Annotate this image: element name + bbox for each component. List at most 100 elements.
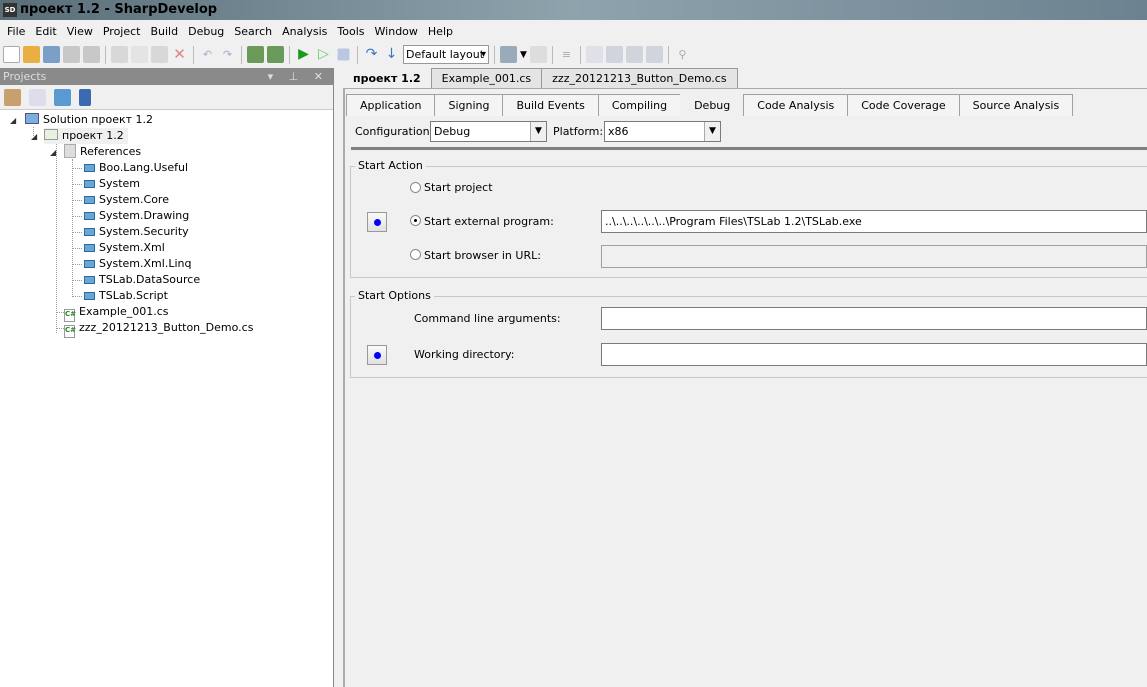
step-over-icon[interactable]: ↷: [363, 46, 380, 63]
copy-icon[interactable]: [131, 46, 148, 63]
tree-file[interactable]: C# zzz_20121213_Button_Demo.cs: [56, 320, 253, 338]
tree-reference[interactable]: System.Drawing: [72, 208, 189, 224]
layout-select[interactable]: Default layout: [403, 45, 489, 64]
browse-program-button[interactable]: [367, 212, 387, 232]
projects-toolbar: [0, 85, 333, 110]
platform-select[interactable]: x86 ▼: [604, 121, 721, 142]
print-preview-icon[interactable]: [625, 46, 643, 63]
doc-tab-example[interactable]: Example_001.cs: [430, 68, 543, 88]
start-external-radio[interactable]: [410, 215, 421, 226]
find-icon[interactable]: ⚲: [674, 46, 691, 63]
configuration-label: Configuration:: [355, 125, 434, 138]
menu-build[interactable]: Build: [145, 25, 183, 38]
tab-application[interactable]: Application: [346, 94, 436, 116]
workdir-input[interactable]: [601, 343, 1147, 366]
tree-reference[interactable]: System.Core: [72, 192, 169, 208]
start-browser-radio[interactable]: [410, 249, 421, 260]
projects-panel-header: Projects ▾ ⊥ ✕: [0, 68, 333, 85]
refresh-icon[interactable]: [54, 88, 71, 106]
bookmark-icon[interactable]: [645, 46, 663, 63]
configuration-select[interactable]: Debug ▼: [430, 121, 547, 142]
cut-icon[interactable]: [111, 46, 128, 63]
menu-debug[interactable]: Debug: [183, 25, 229, 38]
doc-tab-button-demo[interactable]: zzz_20121213_Button_Demo.cs: [541, 68, 738, 88]
menu-window[interactable]: Window: [370, 25, 423, 38]
chevron-down-icon[interactable]: ▼: [704, 122, 720, 141]
menu-view[interactable]: View: [62, 25, 98, 38]
assembly-icon: [84, 164, 95, 172]
start-browser-label: Start browser in URL:: [424, 249, 541, 262]
tab-code-analysis[interactable]: Code Analysis: [743, 94, 849, 116]
external-program-input[interactable]: ..\..\..\..\..\..\Program Files\TSLab 1.…: [601, 210, 1147, 233]
run-without-debug-icon[interactable]: ▷: [315, 46, 332, 63]
open-project-icon[interactable]: [43, 46, 60, 63]
tree-solution[interactable]: Solution проект 1.2: [25, 112, 153, 128]
show-all-files-icon[interactable]: [29, 88, 46, 106]
menu-project[interactable]: Project: [98, 25, 146, 38]
navigate-back-icon[interactable]: [500, 46, 517, 63]
menu-analysis[interactable]: Analysis: [277, 25, 332, 38]
expand-arrow-icon[interactable]: ◢: [50, 148, 56, 157]
tree-reference[interactable]: Boo.Lang.Useful: [72, 160, 188, 176]
tree-project[interactable]: проект 1.2: [44, 128, 128, 144]
comment-icon[interactable]: [585, 46, 603, 63]
tree-file[interactable]: C# Example_001.cs: [56, 304, 169, 322]
menu-search[interactable]: Search: [229, 25, 277, 38]
open-icon[interactable]: [23, 46, 40, 63]
expand-arrow-icon[interactable]: ◢: [10, 116, 16, 125]
tree-reference[interactable]: System.Security: [72, 224, 189, 240]
tree-references[interactable]: References: [64, 144, 141, 160]
delete-icon[interactable]: ✕: [171, 46, 188, 63]
tree-reference[interactable]: System.Xml.Linq: [72, 256, 191, 272]
cmd-args-input[interactable]: [601, 307, 1147, 330]
save-icon[interactable]: [63, 46, 80, 63]
undo-icon[interactable]: ↶: [199, 46, 216, 63]
redo-icon[interactable]: ↷: [219, 46, 236, 63]
navigate-forward-icon[interactable]: [529, 46, 547, 63]
tree-reference[interactable]: System: [72, 176, 140, 192]
tree-reference[interactable]: TSLab.DataSource: [72, 272, 200, 288]
expand-arrow-icon[interactable]: ◢: [31, 132, 37, 141]
tab-compiling[interactable]: Compiling: [597, 94, 682, 116]
build-icon[interactable]: [247, 46, 264, 63]
csharp-file-icon: C#: [64, 325, 76, 338]
collapse-all-icon[interactable]: [79, 88, 91, 106]
indent-icon[interactable]: ≡: [558, 46, 575, 63]
new-file-icon[interactable]: [3, 46, 20, 63]
tab-source-analysis[interactable]: Source Analysis: [958, 94, 1074, 116]
tree-reference[interactable]: TSLab.Script: [72, 288, 168, 304]
tab-build-events[interactable]: Build Events: [502, 94, 599, 116]
separator: [105, 45, 106, 64]
save-all-icon[interactable]: [83, 46, 100, 63]
menu-edit[interactable]: Edit: [30, 25, 61, 38]
panel-controls[interactable]: ▾ ⊥ ✕: [268, 68, 329, 85]
rebuild-icon[interactable]: [267, 46, 284, 63]
browser-url-input[interactable]: [601, 245, 1147, 268]
step-into-icon[interactable]: ↓: [383, 46, 400, 63]
start-project-label: Start project: [424, 181, 493, 194]
divider: [351, 147, 1147, 150]
paste-icon[interactable]: [151, 46, 168, 63]
run-icon[interactable]: ▶: [295, 46, 312, 63]
stop-icon[interactable]: [337, 48, 350, 61]
assembly-icon: [84, 212, 95, 220]
menu-file[interactable]: File: [2, 25, 30, 38]
tab-signing[interactable]: Signing: [434, 94, 504, 116]
browse-workdir-button[interactable]: [367, 345, 387, 365]
chevron-down-icon[interactable]: ▼: [520, 50, 527, 60]
assembly-icon: [84, 276, 95, 284]
doc-tab-project[interactable]: проект 1.2: [342, 68, 432, 88]
chevron-down-icon[interactable]: ▼: [530, 122, 546, 141]
properties-icon[interactable]: [4, 88, 21, 106]
menu-help[interactable]: Help: [423, 25, 458, 38]
tab-debug[interactable]: Debug: [680, 94, 745, 116]
start-project-radio[interactable]: [410, 182, 421, 193]
separator: [357, 45, 358, 64]
tree-reference[interactable]: System.Xml: [72, 240, 165, 256]
projects-panel-title: Projects: [3, 70, 47, 83]
tab-code-coverage[interactable]: Code Coverage: [847, 94, 960, 116]
print-icon[interactable]: [605, 46, 623, 63]
separator: [241, 45, 242, 64]
menu-tools[interactable]: Tools: [332, 25, 369, 38]
separator: [289, 45, 290, 64]
